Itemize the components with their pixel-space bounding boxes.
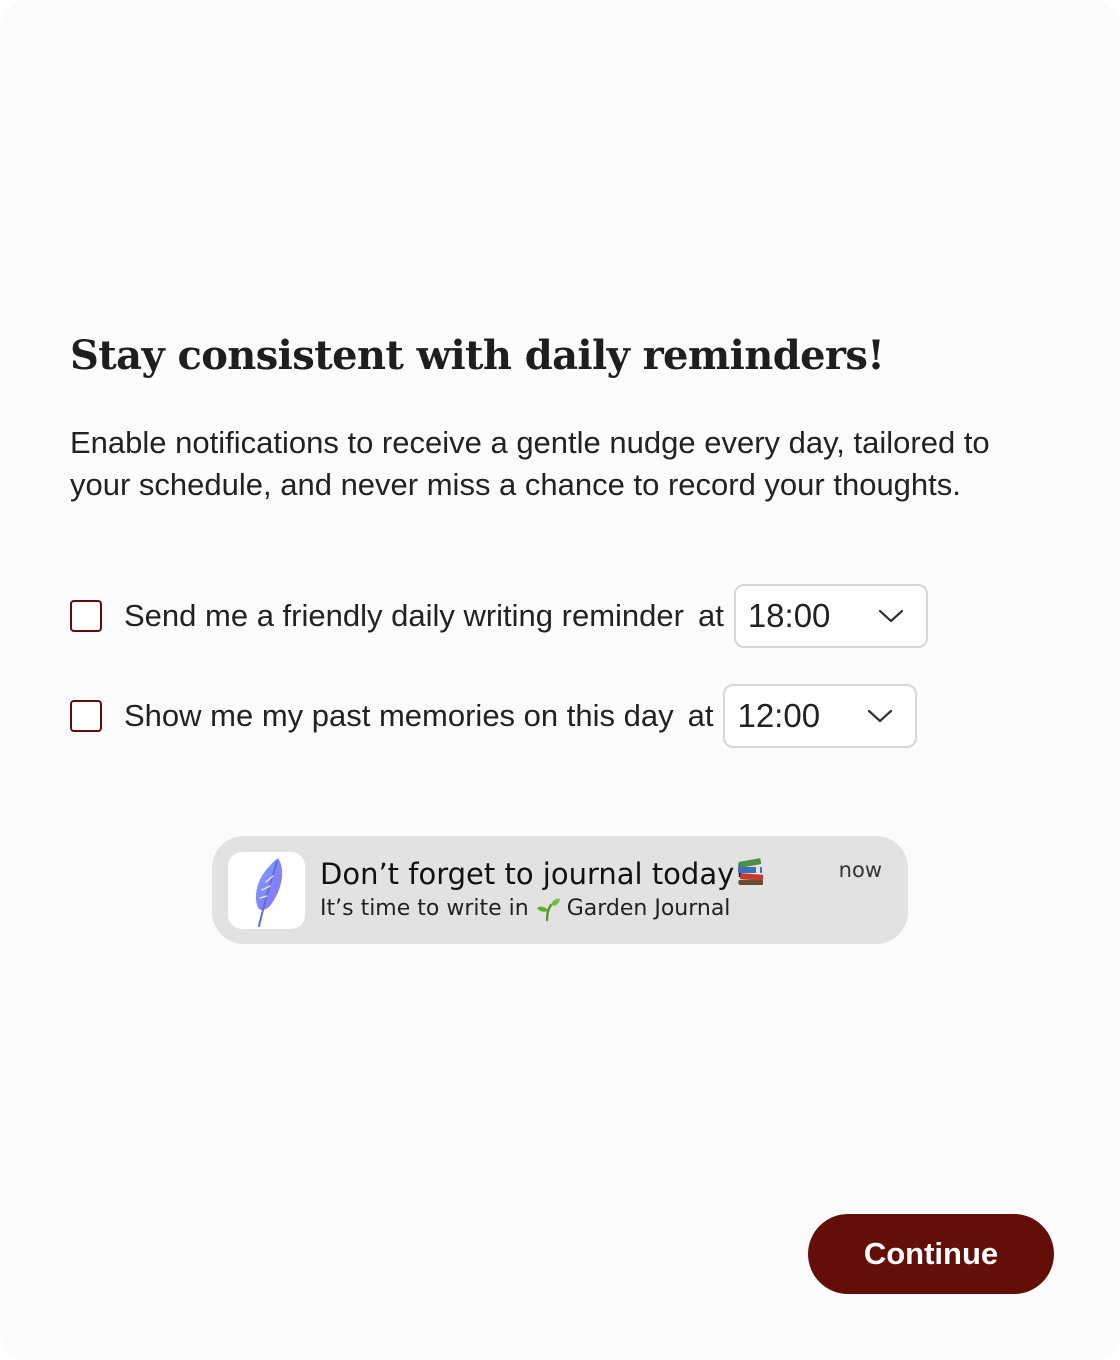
onboarding-page: Stay consistent with daily reminders! En… xyxy=(0,0,1120,1360)
notification-body-app-name: Garden Journal xyxy=(566,896,731,921)
memories-reminder-time-select[interactable]: 12:00 xyxy=(723,684,918,748)
daily-reminder-time-value: 18:00 xyxy=(747,597,831,634)
memories-reminder-at-label: at xyxy=(687,698,714,733)
daily-reminder-row: Send me a friendly daily writing reminde… xyxy=(70,584,928,648)
books-icon xyxy=(738,858,764,885)
daily-reminder-checkbox[interactable] xyxy=(70,600,102,632)
daily-reminder-at-label: at xyxy=(697,598,724,633)
page-title: Stay consistent with daily reminders! xyxy=(70,332,885,379)
notification-body: It’s time to write in Garden Journal xyxy=(320,894,730,924)
sprout-icon xyxy=(536,898,560,922)
daily-reminder-label: Send me a friendly daily writing reminde… xyxy=(124,598,684,633)
chevron-down-icon xyxy=(868,709,893,723)
notification-time: now xyxy=(838,858,882,882)
memories-reminder-row: Show me my past memories on this day at … xyxy=(70,684,918,748)
notification-body-prefix: It’s time to write in xyxy=(320,896,529,921)
chevron-down-icon xyxy=(878,609,903,623)
page-description: Enable notifications to receive a gentle… xyxy=(70,425,990,502)
memories-reminder-time-value: 12:00 xyxy=(737,697,821,734)
notification-title: Don’t forget to journal today! xyxy=(320,857,746,891)
notification-preview: Don’t forget to journal today! It’s time… xyxy=(212,836,908,944)
daily-reminder-time-select[interactable]: 18:00 xyxy=(733,584,928,648)
memories-reminder-checkbox[interactable] xyxy=(70,700,102,732)
app-icon xyxy=(228,852,305,929)
continue-button[interactable]: Continue xyxy=(808,1214,1054,1294)
memories-reminder-label: Show me my past memories on this day xyxy=(124,698,674,733)
feather-icon xyxy=(255,858,283,927)
